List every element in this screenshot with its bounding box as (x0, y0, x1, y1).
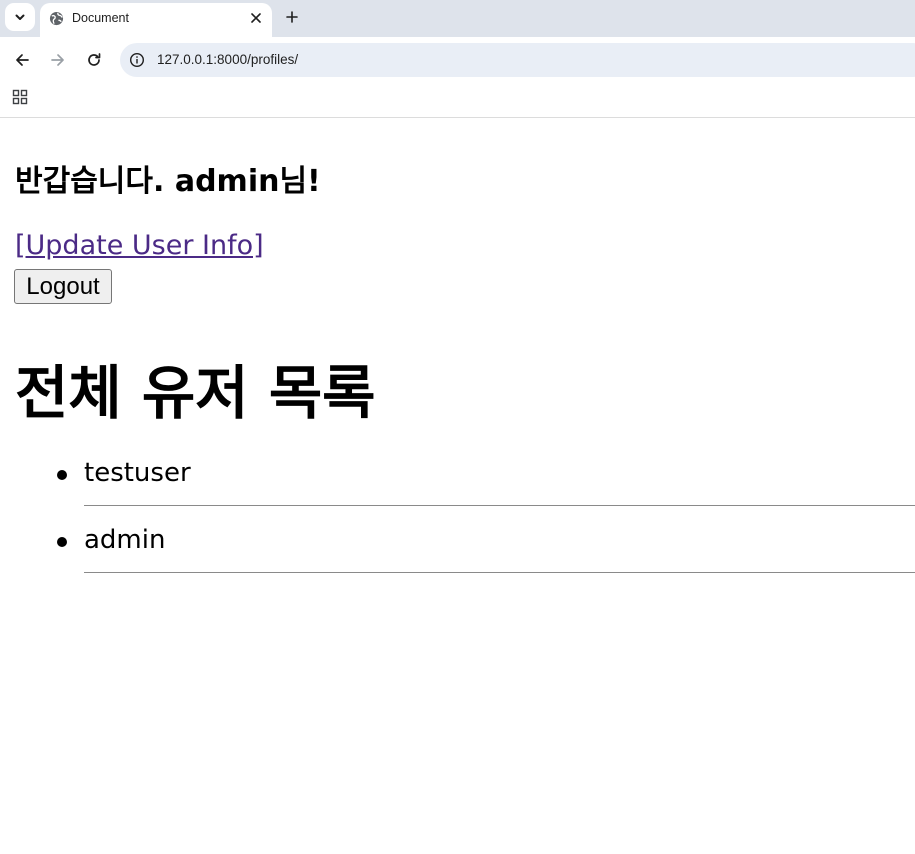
update-user-info-link[interactable]: [Update User Info] (15, 230, 264, 261)
browser-toolbar: 127.0.0.1:8000/profiles/ (0, 37, 915, 83)
user-list: testuser admin (0, 452, 915, 586)
user-list-title: 전체 유저 목록 (15, 359, 376, 427)
reload-icon (88, 53, 101, 66)
close-icon (251, 13, 261, 23)
arrow-right-icon (51, 54, 64, 66)
bullet (57, 537, 67, 547)
browser-tab[interactable]: Document (40, 3, 272, 37)
tab-strip: Document (0, 0, 915, 37)
divider (84, 505, 915, 506)
arrow-left-icon (16, 54, 29, 66)
address-bar[interactable]: 127.0.0.1:8000/profiles/ (120, 43, 915, 77)
user-name: testuser (84, 458, 191, 488)
apps-grid-icon[interactable] (12, 89, 28, 105)
forward-button[interactable] (46, 49, 70, 71)
tab-title: Document (72, 11, 129, 25)
list-item: testuser (0, 452, 915, 519)
tab-close-button[interactable] (247, 9, 265, 27)
globe-icon (49, 11, 64, 26)
back-button[interactable] (10, 49, 34, 71)
info-icon[interactable] (129, 52, 145, 68)
user-name: admin (84, 525, 166, 555)
chevron-down-icon (15, 14, 25, 20)
greeting-heading: 반갑습니다. admin님! (15, 164, 321, 199)
divider (84, 572, 915, 573)
plus-icon (286, 11, 298, 23)
url-text[interactable]: 127.0.0.1:8000/profiles/ (157, 52, 298, 67)
reload-button[interactable] (82, 49, 106, 71)
tab-search-button[interactable] (5, 3, 35, 31)
bookmarks-bar (0, 83, 915, 118)
list-item: admin (0, 519, 915, 586)
logout-button[interactable]: Logout (14, 269, 112, 304)
page-content: 반갑습니다. admin님! [Update User Info] Logout… (0, 118, 915, 854)
new-tab-button[interactable] (281, 6, 303, 28)
bullet (57, 470, 67, 480)
